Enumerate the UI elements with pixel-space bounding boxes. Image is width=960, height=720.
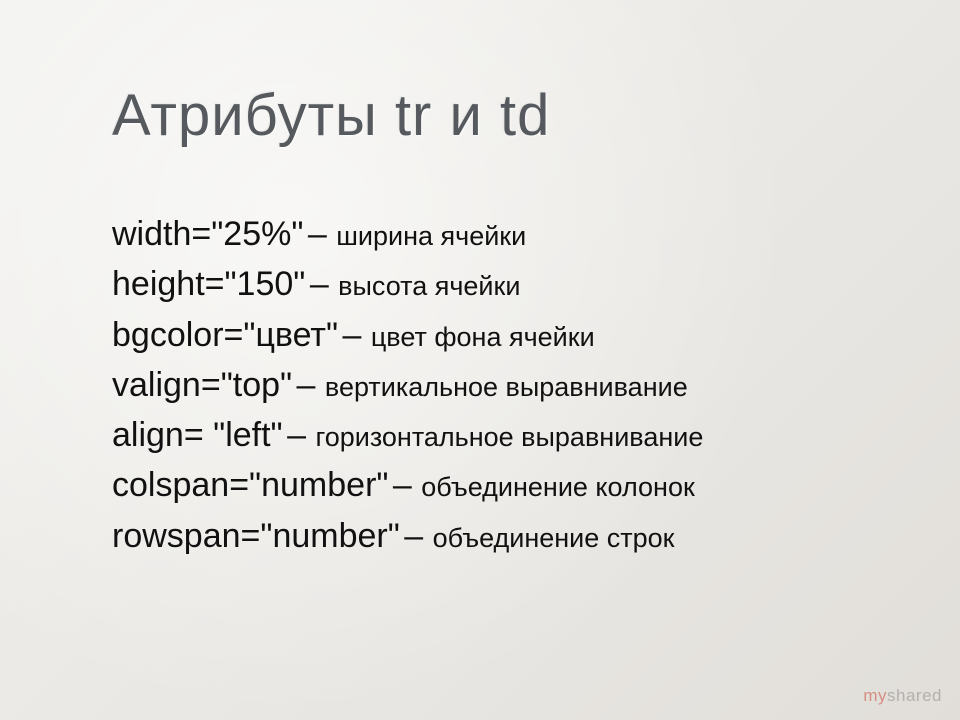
separator: – — [393, 466, 421, 504]
attribute-description: горизонтальное выравнивание — [315, 422, 703, 452]
separator: – — [342, 316, 370, 354]
separator: – — [404, 517, 432, 555]
attribute-line: rowspan="number" – объединение строк — [112, 512, 880, 560]
attribute-line: bgcolor="цвет" – цвет фона ячейки — [112, 311, 880, 359]
attribute-description: высота ячейки — [338, 271, 520, 301]
attribute-line: align= "left" – горизонтальное выравнива… — [112, 411, 880, 459]
attribute-line: colspan="number" – объединение колонок — [112, 461, 880, 509]
slide-content: width="25%" – ширина ячейки height="150"… — [112, 210, 880, 562]
separator: – — [308, 215, 336, 253]
attribute-code: rowspan="number" — [112, 517, 400, 555]
watermark: myshared — [863, 686, 942, 706]
separator: – — [310, 265, 338, 303]
attribute-code: width="25%" — [112, 215, 303, 253]
separator: – — [287, 416, 315, 454]
attribute-code: align= "left" — [112, 416, 283, 454]
attribute-code: height="150" — [112, 265, 305, 303]
attribute-code: bgcolor="цвет" — [112, 316, 338, 354]
watermark-prefix: my — [863, 686, 887, 705]
attribute-line: width="25%" – ширина ячейки — [112, 210, 880, 258]
attribute-line: height="150" – высота ячейки — [112, 260, 880, 308]
separator: – — [297, 366, 325, 404]
attribute-line: valign="top" – вертикальное выравнивание — [112, 361, 880, 409]
watermark-suffix: shared — [887, 686, 942, 705]
attribute-description: вертикальное выравнивание — [325, 372, 688, 402]
attribute-code: valign="top" — [112, 366, 292, 404]
attribute-description: объединение строк — [433, 523, 675, 553]
attribute-description: объединение колонок — [421, 472, 695, 502]
attribute-description: цвет фона ячейки — [371, 322, 595, 352]
slide-title: Атрибуты tr и td — [112, 82, 550, 149]
slide: Атрибуты tr и td width="25%" – ширина яч… — [0, 0, 960, 720]
attribute-description: ширина ячейки — [336, 221, 526, 251]
attribute-code: colspan="number" — [112, 466, 388, 504]
